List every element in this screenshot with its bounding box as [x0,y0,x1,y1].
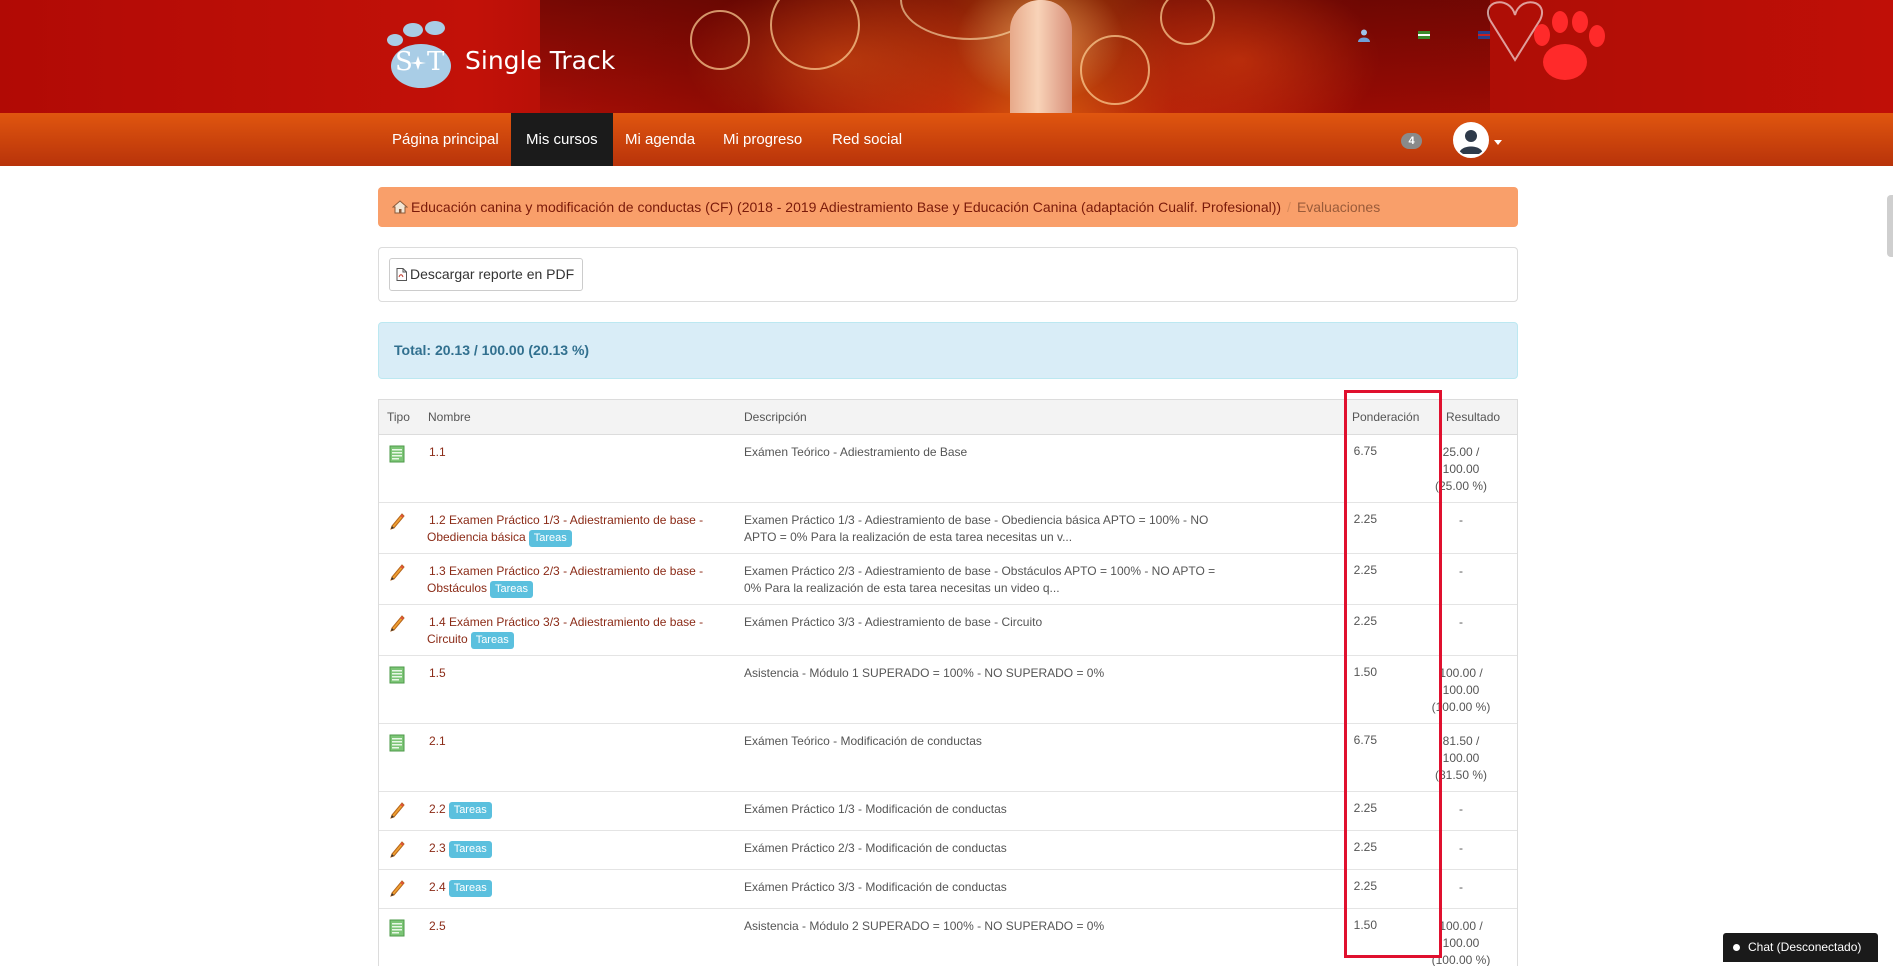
home-icon[interactable] [391,189,409,227]
tareas-tag[interactable]: Tareas [528,530,572,547]
assignment-pencil-icon [389,615,405,636]
header-nombre: Nombre [428,410,471,424]
item-name-link[interactable]: 2.1 [427,734,446,748]
assignment-pencil-icon [389,880,405,901]
ponderacion-highlight-box [1344,390,1442,958]
item-name-cell: 1.4 Exámen Práctico 3/3 - Adiestramiento… [427,614,727,649]
item-name-link[interactable]: 2.2 [427,802,446,816]
item-name-cell: 2.4 Tareas [427,879,727,897]
paw-heart-icon [1487,1,1605,80]
user-avatar-icon [1455,124,1487,156]
banner-finger [1010,0,1072,113]
item-name-link[interactable]: 1.3 Examen Práctico 2/3 - Adiestramiento… [427,564,703,595]
user-menu-chevron-down-icon[interactable] [1494,140,1502,145]
breadcrumb-current: Evaluaciones [1296,199,1381,215]
item-description: Examen Práctico 2/3 - Adiestramiento de … [744,564,1216,595]
tareas-tag[interactable]: Tareas [448,841,492,858]
item-name-link[interactable]: 1.5 [427,666,446,680]
download-pdf-label: Descargar reporte en PDF [410,266,575,282]
main-navbar: Página principal Mis cursos Mi agenda Mi… [0,113,1893,166]
nav-item-mis-cursos[interactable]: Mis cursos [511,113,613,166]
svg-text:T: T [427,47,445,77]
chat-button[interactable]: Chat (Desconectado) [1723,933,1878,962]
item-name-cell: 2.1 [427,733,727,750]
logo-icon: S T [387,21,451,88]
exam-sheet-icon [389,445,405,466]
item-description: Exámen Teórico - Adiestramiento de Base [744,445,968,459]
item-description: Asistencia - Módulo 1 SUPERADO = 100% - … [744,666,1105,680]
nav-item-mi-progreso[interactable]: Mi progreso [708,113,817,166]
actions-panel: Descargar reporte en PDF [378,247,1518,302]
exam-sheet-icon [389,666,405,687]
nav-item-mi-agenda[interactable]: Mi agenda [610,113,710,166]
breadcrumb: Educación canina y modificación de condu… [378,187,1518,227]
item-name-link[interactable]: 2.5 [427,919,446,933]
user-icon[interactable] [1357,28,1371,42]
header-descripcion: Descripción [744,410,807,424]
chat-status-dot [1733,944,1740,951]
brand-name: Single Track [465,46,616,75]
item-name-cell: 1.5 [427,665,727,682]
exam-sheet-icon [389,734,405,755]
chat-label: Chat (Desconectado) [1748,940,1862,954]
tareas-tag[interactable]: Tareas [490,581,534,598]
item-name-link[interactable]: 1.1 [427,445,446,459]
brand-logo[interactable]: S T Single Track [385,18,625,93]
assignment-pencil-icon [389,841,405,862]
item-description: Asistencia - Módulo 2 SUPERADO = 100% - … [744,919,1105,933]
item-name-cell: 1.2 Examen Práctico 1/3 - Adiestramiento… [427,512,727,547]
item-name-link[interactable]: 2.3 [427,841,446,855]
item-name-cell: 2.2 Tareas [427,801,727,819]
item-name-cell: 2.3 Tareas [427,840,727,858]
assignment-pencil-icon [389,513,405,534]
item-description: Exámen Práctico 2/3 - Modificación de co… [744,841,1007,855]
svg-text:S: S [395,47,413,77]
breadcrumb-separator: / [1287,199,1291,215]
tareas-tag[interactable]: Tareas [470,632,514,649]
assignment-pencil-icon [389,802,405,823]
item-description: Exámen Práctico 1/3 - Modificación de co… [744,802,1007,816]
nav-item-red-social[interactable]: Red social [817,113,917,166]
exam-sheet-icon [389,919,405,940]
item-description: Exámen Práctico 3/3 - Adiestramiento de … [744,615,1043,629]
item-name-cell: 2.5 [427,918,727,935]
item-description: Exámen Teórico - Modificación de conduct… [744,734,982,748]
notification-badge[interactable]: 4 [1401,133,1422,149]
item-name-link[interactable]: 1.4 Exámen Práctico 3/3 - Adiestramiento… [427,615,703,646]
tareas-tag[interactable]: Tareas [448,880,492,897]
side-scroll-tab[interactable] [1887,195,1893,257]
tareas-tag[interactable]: Tareas [448,802,492,819]
avatar[interactable] [1453,122,1489,158]
item-name-cell: 1.1 [427,444,727,461]
item-description: Exámen Práctico 3/3 - Modificación de co… [744,880,1007,894]
header-resultado: Resultado [1446,410,1501,424]
flag-icon[interactable] [1417,28,1431,42]
item-name-cell: 1.3 Examen Práctico 2/3 - Adiestramiento… [427,563,727,598]
nav-item-pagina-principal[interactable]: Página principal [377,113,514,166]
item-description: Examen Práctico 1/3 - Adiestramiento de … [744,513,1209,544]
breadcrumb-course-link[interactable]: Educación canina y modificación de condu… [411,199,1281,215]
header-tipo: Tipo [387,410,410,424]
total-score-alert: Total: 20.13 / 100.00 (20.13 %) [378,322,1518,379]
header-banner: S T Single Track [0,0,1893,113]
item-name-link[interactable]: 2.4 [427,880,446,894]
download-pdf-button[interactable]: Descargar reporte en PDF [389,258,584,292]
assignment-pencil-icon [389,564,405,585]
pdf-file-icon [396,261,407,292]
